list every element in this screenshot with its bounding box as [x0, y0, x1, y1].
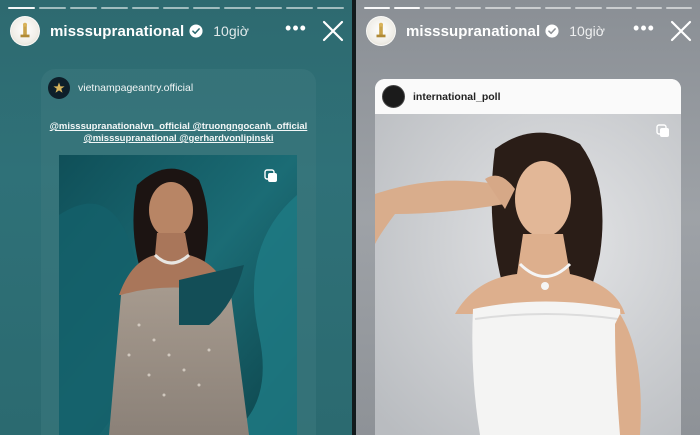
crown-logo-icon: [376, 22, 386, 38]
shared-post-photo[interactable]: [59, 155, 297, 435]
avatar[interactable]: [366, 16, 396, 46]
story-left[interactable]: misssupranational 10giờ ••• vietnampagea…: [0, 0, 352, 435]
shared-post-account[interactable]: vietnampageantry.official: [78, 82, 193, 94]
shared-post-header: vietnampageantry.official: [41, 69, 316, 107]
story-viewer: misssupranational 10giờ ••• vietnampagea…: [0, 0, 700, 435]
more-options-icon[interactable]: •••: [282, 19, 310, 39]
star-logo-icon: [53, 82, 65, 93]
story-header: misssupranational 10giờ •••: [366, 16, 692, 46]
verified-badge-icon: [545, 24, 559, 38]
story-right[interactable]: misssupranational 10giờ ••• internationa…: [356, 0, 700, 435]
shared-post-avatar[interactable]: [382, 85, 405, 108]
story-header: misssupranational 10giờ •••: [10, 16, 344, 46]
portrait-photo: [59, 155, 297, 435]
close-icon[interactable]: [670, 20, 692, 42]
story-progress-bar: [364, 7, 693, 9]
verified-badge-icon: [189, 24, 203, 38]
shared-post-account[interactable]: international_poll: [413, 91, 501, 103]
close-icon[interactable]: [322, 20, 344, 42]
carousel-icon: [656, 124, 669, 137]
shared-post-card[interactable]: vietnampageantry.official @misssupranati…: [41, 69, 316, 435]
portrait-photo: [375, 114, 681, 435]
more-options-icon[interactable]: •••: [630, 19, 658, 39]
caption-line-2[interactable]: @misssupranational @gerhardvonlipinski: [49, 133, 308, 145]
story-progress-bar: [8, 7, 344, 9]
crown-logo-icon: [20, 22, 30, 38]
shared-post-caption: @misssupranationalvn_official @truongngo…: [41, 107, 316, 145]
shared-post-photo[interactable]: [375, 114, 681, 435]
caption-line-1[interactable]: @misssupranationalvn_official @truongngo…: [49, 121, 308, 133]
story-username[interactable]: misssupranational: [50, 23, 184, 40]
shared-post-avatar[interactable]: [48, 77, 70, 99]
story-username[interactable]: misssupranational: [406, 23, 540, 40]
story-timestamp: 10giờ: [569, 23, 605, 39]
carousel-icon: [264, 169, 277, 182]
shared-post-header: international_poll: [375, 79, 681, 114]
avatar[interactable]: [10, 16, 40, 46]
shared-post-card[interactable]: international_poll: [375, 79, 681, 435]
story-timestamp: 10giờ: [213, 23, 249, 39]
